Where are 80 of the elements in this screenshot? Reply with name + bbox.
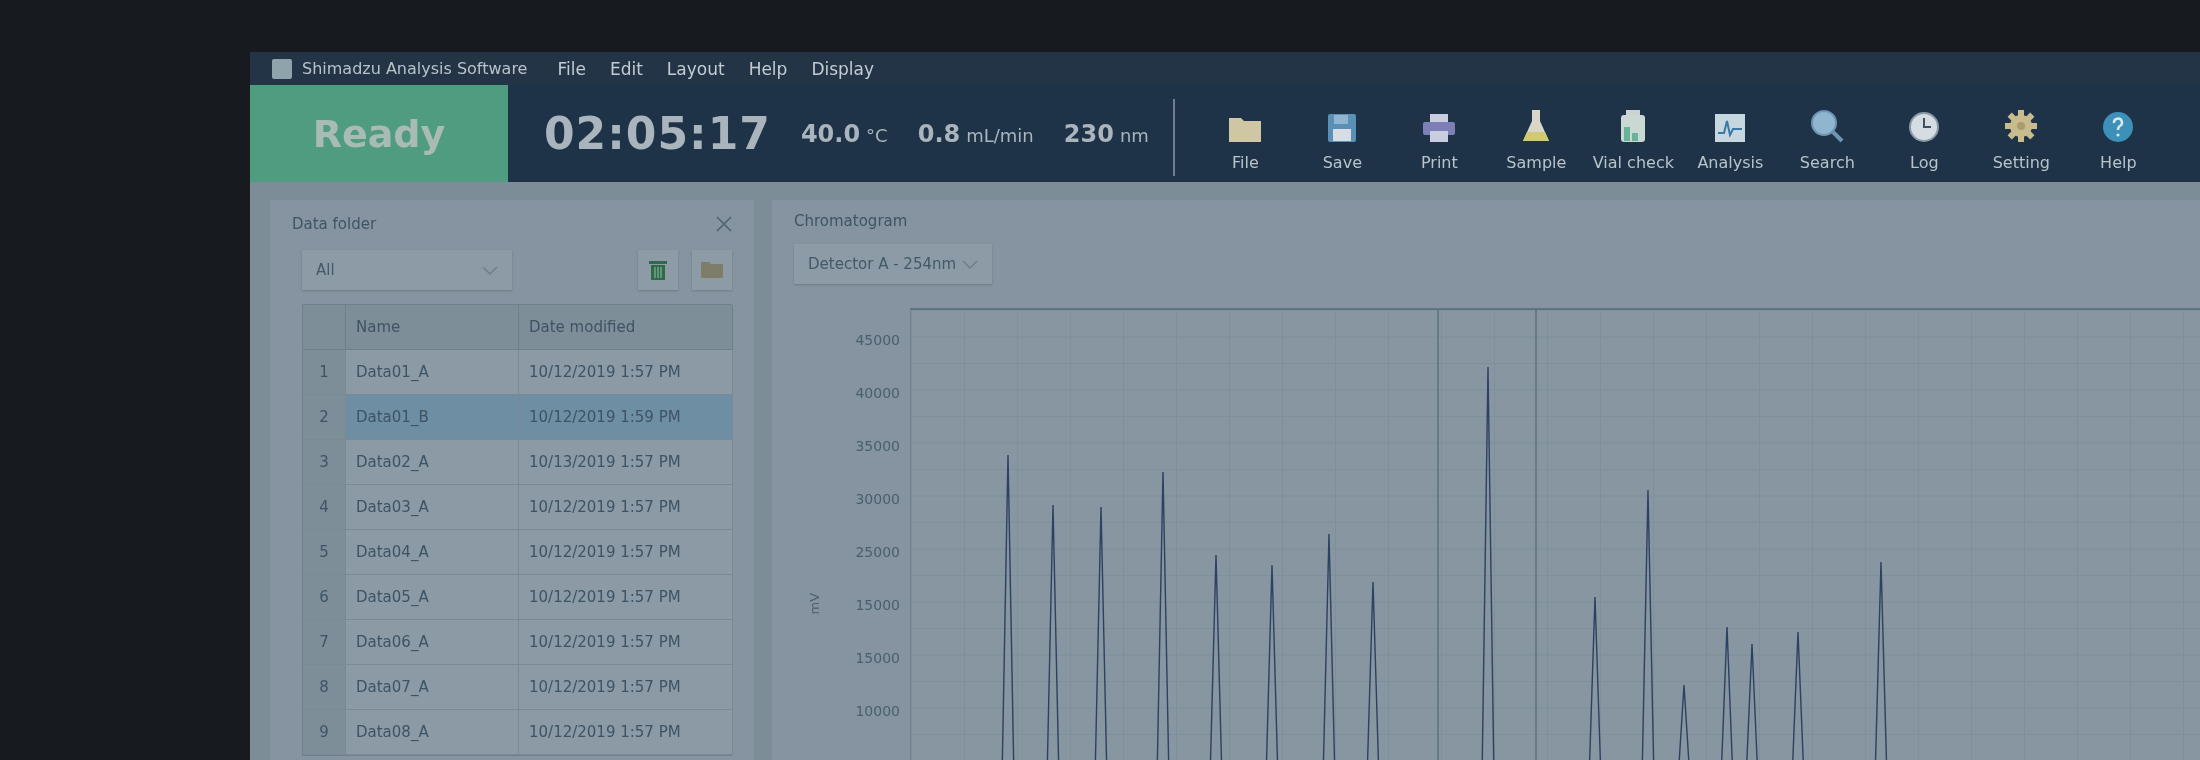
table-cell[interactable]: 10/12/2019 1:57 PM [519, 575, 733, 620]
tick-label: 35000 [855, 438, 900, 456]
menu-item[interactable]: Edit [609, 58, 643, 79]
row-number: 5 [303, 530, 346, 575]
tick-label: 15000 [855, 650, 900, 668]
trash-icon [648, 259, 668, 281]
table-cell[interactable]: Data08_A [346, 710, 519, 755]
status-indicator: Ready [250, 85, 508, 182]
table-cell[interactable]: Data04_A [346, 530, 519, 575]
row-number: 4 [303, 485, 346, 530]
table-cell[interactable]: 10/12/2019 1:57 PM [519, 485, 733, 530]
chevron-down-icon [962, 259, 978, 269]
toolbar-button[interactable]: Log [1875, 85, 1973, 182]
toolbar-button[interactable]: Setting [1972, 85, 2070, 182]
gear-icon [2004, 109, 2039, 143]
folder-button[interactable] [692, 250, 732, 290]
table-cell[interactable]: 10/12/2019 1:59 PM [519, 395, 733, 440]
row-number: 2 [303, 395, 346, 440]
row-number: 6 [303, 575, 346, 620]
folder-icon [1228, 115, 1263, 143]
row-number: 3 [303, 440, 346, 485]
folder-icon [700, 261, 724, 279]
panel-title: Data folder [292, 215, 377, 233]
table-cell[interactable]: 10/13/2019 1:57 PM [519, 440, 733, 485]
toolbar-button[interactable]: Search [1778, 85, 1876, 182]
vial-icon [1620, 109, 1647, 143]
tick-label: 40000 [855, 385, 900, 403]
column-header: Date modified [519, 305, 733, 350]
flask-icon [1522, 109, 1551, 143]
toolbar-button[interactable]: Save [1293, 85, 1391, 182]
tick-label: 45000 [855, 332, 900, 350]
menu-item[interactable]: Help [748, 58, 788, 79]
menu-item[interactable]: Layout [666, 58, 725, 79]
chart-icon [1714, 113, 1747, 143]
table-cell[interactable]: Data03_A [346, 485, 519, 530]
table-cell[interactable]: Data02_A [346, 440, 519, 485]
row-number: 9 [303, 710, 346, 755]
axis-label: mV [806, 594, 822, 614]
app-name: Shimadzu Analysis Software [302, 59, 528, 78]
toolbar-button[interactable]: Sample [1487, 85, 1585, 182]
panel-title: Chromatogram [794, 212, 908, 230]
toolbar-button[interactable]: Print [1390, 85, 1488, 182]
tick-label: 25000 [855, 544, 900, 562]
app-icon [272, 58, 292, 79]
toolbar-button[interactable]: File [1196, 85, 1294, 182]
menu-item[interactable]: File [557, 58, 586, 79]
table-cell[interactable]: 10/12/2019 1:57 PM [519, 620, 733, 665]
row-number: 1 [303, 350, 346, 395]
search-icon [1810, 109, 1845, 143]
toolbar-button[interactable]: Analysis [1681, 85, 1779, 182]
table-cell[interactable]: Data01_B [346, 395, 519, 440]
table-cell[interactable]: 10/12/2019 1:57 PM [519, 350, 733, 395]
clock-icon [1908, 111, 1941, 143]
trash-button[interactable] [638, 250, 678, 290]
instrument-reading: 0.8 mL/min [917, 119, 1034, 148]
detector-dropdown[interactable]: Detector A - 254nm [794, 244, 992, 284]
row-number: 8 [303, 665, 346, 710]
table-cell[interactable]: Data05_A [346, 575, 519, 620]
tick-label: 30000 [855, 491, 900, 509]
table-cell[interactable]: Data07_A [346, 665, 519, 710]
help-icon [2102, 111, 2135, 143]
tick-label: 15000 [855, 597, 900, 615]
menu-item[interactable]: Display [811, 58, 875, 79]
table-cell[interactable]: Data06_A [346, 620, 519, 665]
run-time: 02:05:17 [544, 108, 771, 159]
tick-label: 10000 [855, 703, 900, 721]
table-cell[interactable]: 10/12/2019 1:57 PM [519, 710, 733, 755]
table-cell[interactable]: Data01_A [346, 350, 519, 395]
column-header: Name [346, 305, 519, 350]
row-number: 7 [303, 620, 346, 665]
table-cell[interactable]: 10/12/2019 1:57 PM [519, 665, 733, 710]
chevron-down-icon [482, 265, 498, 275]
printer-icon [1422, 113, 1457, 143]
table-cell[interactable]: 10/12/2019 1:57 PM [519, 530, 733, 575]
close-icon[interactable] [716, 216, 732, 232]
toolbar-button[interactable]: Vial check [1584, 85, 1682, 182]
toolbar-button[interactable]: Help [2069, 85, 2167, 182]
instrument-reading: 40.0 °C [800, 119, 888, 148]
filter-dropdown[interactable]: All [302, 250, 512, 290]
instrument-reading: 230 nm [1063, 119, 1149, 148]
